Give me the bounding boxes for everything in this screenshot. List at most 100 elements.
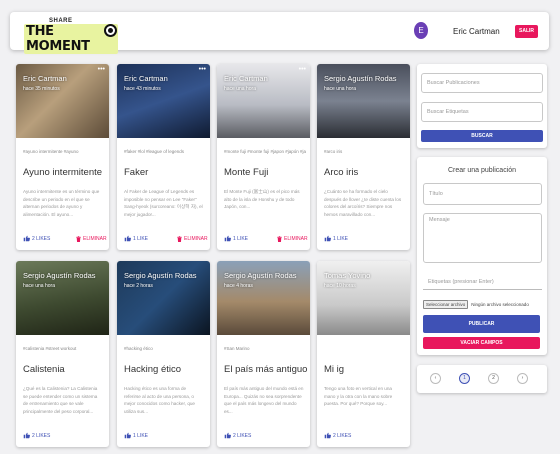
post-title: Monte Fuji [224,167,269,178]
post-tags: #San Marino [224,346,250,351]
thumbs-up-icon [124,432,131,439]
post-author: Tomas Yovino [324,271,371,280]
post-card: Sergio Agustín Rodas hace 4 horas #San Mar… [217,261,310,447]
search-panel: Buscar Publicaciones Buscar Etiquetas BU… [417,64,547,148]
delete-label: ELIMINAR [284,236,308,242]
post-card: Sergio Agustín Rodas hace 2 horas #hacking… [117,261,210,447]
post-time: hace 4 horas [224,283,253,289]
post-time: hace 10 horas [324,283,356,289]
like-button[interactable]: 2 LIKES [23,235,50,242]
logout-button[interactable]: SALIR [515,25,538,38]
post-description: El Monte Fuji (富士山) es el pico más alto … [224,189,300,209]
create-post-panel: Crear una publicación Título Mensaje Eti… [417,157,547,355]
post-author: Sergio Agustín Rodas [124,271,197,280]
like-button[interactable]: 1 LIKE [124,235,148,242]
post-description: ¿Qué es la Calistenia? La Calistenia se … [23,386,98,414]
page-2-button[interactable]: 2 [488,373,499,384]
post-tags: #hacking ético [124,346,153,351]
post-tags: #arco iris [324,149,343,154]
logo[interactable]: SHARE THE MOMENT [24,18,118,54]
like-button[interactable]: 2 LIKES [224,432,251,439]
next-page-button[interactable]: › [517,373,528,384]
post-description: Tengo una foto en vertical en una mano y… [324,386,393,406]
post-description: Hacking ético es una forma de referirse … [124,386,195,414]
post-author: Eric Cartman [23,74,67,83]
like-count: 2 LIKES [32,235,51,242]
post-title: Calistenia [23,364,65,375]
post-time: hace una hora [23,283,55,289]
post-time: hace una hora [324,86,356,92]
post-tags: #calistenia #street workout [23,346,77,351]
trash-icon [277,236,282,242]
post-card: Eric Cartman hace 35 minutos ••• #ayuno int… [16,64,109,250]
post-time: hace 43 minutos [124,86,161,92]
app-header: SHARE THE MOMENT E Eric Cartman SALIR [10,12,549,54]
pagination: ‹ 1 2 › [417,365,547,393]
post-description: ¿Cuánto se ha formado el cielo después d… [324,189,402,217]
message-textarea[interactable]: Mensaje [423,213,542,263]
search-tags-input[interactable]: Buscar Etiquetas [421,102,543,122]
like-button[interactable]: 1 LIKE [224,235,248,242]
post-description: Ayuno intermitente es un término que des… [23,189,100,217]
like-button[interactable]: 2 LIKES [324,432,351,439]
post-card: Sergio Agustín Rodas hace una hora #calist… [16,261,109,447]
like-count: 2 LIKES [233,432,252,439]
post-time: hace una hora [224,86,256,92]
avatar[interactable]: E [414,22,428,39]
more-options-icon[interactable]: ••• [299,66,306,73]
title-input[interactable]: Título [423,183,542,205]
post-title: Arco iris [324,167,359,178]
post-tags: #ayuno intermitente #ayuno [23,149,79,154]
like-count: 1 LIKE [333,235,349,242]
thumbs-up-icon [324,432,331,439]
delete-label: ELIMINAR [184,236,208,242]
more-options-icon[interactable]: ••• [98,66,105,73]
post-card: Eric Cartman hace una hora ••• #monte fuji … [217,64,310,250]
like-button[interactable]: 2 LIKES [23,432,50,439]
thumbs-up-icon [224,235,231,242]
post-author: Sergio Agustín Rodas [324,74,397,83]
post-author: Sergio Agustín Rodas [224,271,297,280]
post-title: Faker [124,167,149,178]
delete-button[interactable]: ELIMINAR [177,236,208,242]
like-count: 1 LIKE [133,235,149,242]
tags-input[interactable]: Etiquetas (presionar Enter) [423,275,542,290]
camera-lens-icon [104,24,117,37]
post-time: hace 35 minutos [23,86,60,92]
post-title: Hacking ético [124,364,182,375]
like-count: 2 LIKES [32,432,51,439]
trash-icon [76,236,81,242]
post-title: El país más antiguo [224,364,308,375]
post-tags: #monte fuji #monte fuji #japon #japón #j… [224,149,306,154]
delete-button[interactable]: ELIMINAR [277,236,308,242]
post-card: Sergio Agustín Rodas hace una hora #arco i… [317,64,410,250]
file-status: Ningún archivo seleccionado [471,302,529,307]
choose-file-button[interactable]: Seleccionar archivo [423,300,469,309]
page-1-button[interactable]: 1 [459,373,470,384]
search-posts-input[interactable]: Buscar Publicaciones [421,73,543,93]
publish-button[interactable]: PUBLICAR [423,315,540,333]
clear-fields-button[interactable]: VACIAR CAMPOS [423,337,540,349]
post-description: Al Faker de League of Legends es imposib… [124,189,203,217]
post-time: hace 2 horas [124,283,153,289]
trash-icon [177,236,182,242]
search-button[interactable]: BUSCAR [421,130,543,142]
thumbs-up-icon [124,235,131,242]
post-title: Ayuno intermitente [23,167,103,178]
like-button[interactable]: 1 LIKE [124,432,148,439]
delete-button[interactable]: ELIMINAR [76,236,107,242]
prev-page-button[interactable]: ‹ [430,373,441,384]
post-description: El país más antiguo del mundo está en Eu… [224,386,304,414]
post-author: Sergio Agustín Rodas [23,271,96,280]
delete-label: ELIMINAR [83,236,107,242]
like-count: 1 LIKE [133,432,149,439]
create-post-title: Crear una publicación [447,167,517,174]
thumbs-up-icon [324,235,331,242]
like-count: 2 LIKES [333,432,352,439]
like-count: 1 LIKE [233,235,249,242]
username: Eric Cartman [453,27,500,36]
like-button[interactable]: 1 LIKE [324,235,348,242]
more-options-icon[interactable]: ••• [199,66,206,73]
thumbs-up-icon [23,432,30,439]
file-picker: Seleccionar archivo Ningún archivo selec… [423,300,529,309]
